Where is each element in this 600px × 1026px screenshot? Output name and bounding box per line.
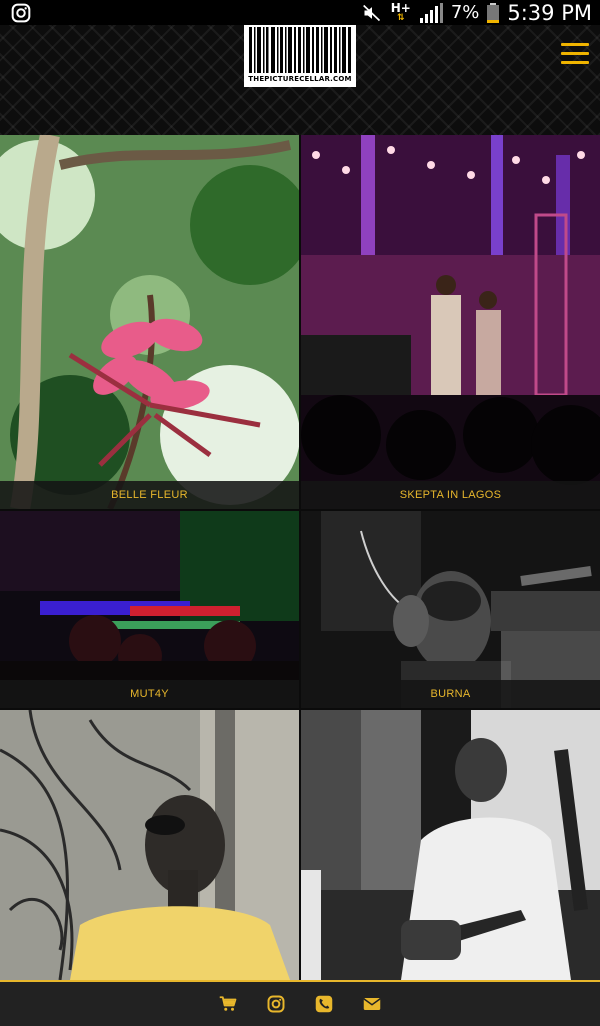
status-bar: H+ ⇅ 7% 5:39 PM	[0, 0, 600, 25]
network-type: H+ ⇅	[390, 0, 411, 23]
gallery-item[interactable]: BELLE FLEUR	[0, 135, 299, 509]
photo-burna	[301, 511, 600, 708]
photo-belle-fleur	[0, 135, 299, 509]
gallery-caption: BELLE FLEUR	[0, 481, 299, 509]
gallery-caption: MUT4Y	[0, 680, 299, 708]
battery-percent: 7%	[450, 2, 480, 23]
mute-icon	[362, 4, 380, 21]
gallery-caption: SKEPTA IN LAGOS	[301, 481, 600, 509]
cart-icon[interactable]	[219, 995, 237, 1013]
site-logo[interactable]: THEPICTURECELLAR.COM	[244, 25, 356, 87]
instagram-icon	[11, 3, 31, 23]
gallery-item[interactable]: SKEPTA IN LAGOS	[301, 135, 600, 509]
gallery-item[interactable]	[301, 710, 600, 980]
logo-text: THEPICTURECELLAR.COM	[248, 75, 352, 83]
instagram-icon[interactable]	[267, 995, 285, 1013]
gallery-caption: BURNA	[301, 680, 600, 708]
battery-icon	[487, 2, 500, 23]
clock: 5:39 PM	[507, 0, 592, 25]
photo-skepta-in-lagos	[301, 135, 600, 509]
gallery-item[interactable]: BURNA	[301, 511, 600, 708]
photo-portrait-yellow-shirt	[0, 710, 299, 980]
phone-icon[interactable]	[315, 995, 333, 1013]
menu-button[interactable]	[561, 43, 589, 65]
signal-icon	[419, 2, 443, 23]
gallery-item[interactable]	[0, 710, 299, 980]
gallery-item[interactable]: MUT4Y	[0, 511, 299, 708]
site-header: THEPICTURECELLAR.COM	[0, 25, 600, 135]
photo-guitarist	[301, 710, 600, 980]
envelope-icon[interactable]	[363, 995, 381, 1013]
footer-bar	[0, 980, 600, 1026]
hamburger-icon	[561, 43, 589, 46]
barcode-icon	[249, 27, 351, 73]
photo-mut4y	[0, 511, 299, 708]
